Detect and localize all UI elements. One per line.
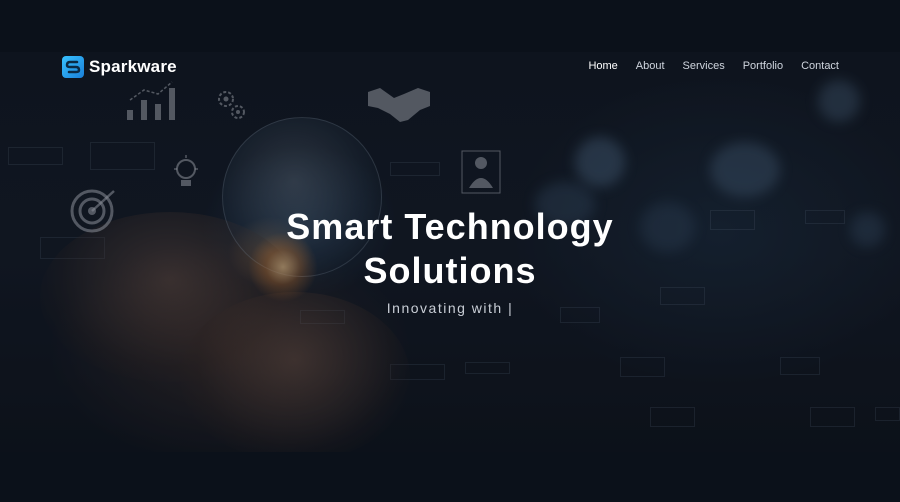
hero-title: Smart Technology Solutions <box>0 205 900 293</box>
brand-name: Sparkware <box>89 57 177 76</box>
brand[interactable]: Sparkware <box>62 56 177 78</box>
nav-menu: Home About Services Portfolio Contact <box>588 60 839 72</box>
hero-title-line1: Smart Technology <box>286 206 614 247</box>
nav-link-services[interactable]: Services <box>683 60 725 72</box>
hero-title-line2: Solutions <box>363 250 537 291</box>
nav-link-portfolio[interactable]: Portfolio <box>743 60 783 72</box>
nav-link-contact[interactable]: Contact <box>801 60 839 72</box>
bolt-s-icon <box>62 56 84 78</box>
nav-link-about[interactable]: About <box>636 60 665 72</box>
page-frame: Sparkware Home About Services Portfolio … <box>0 0 900 502</box>
nav-link-home[interactable]: Home <box>588 60 617 72</box>
hero-tagline: Innovating with | <box>386 300 514 316</box>
navbar: Sparkware Home About Services Portfolio … <box>0 52 900 82</box>
